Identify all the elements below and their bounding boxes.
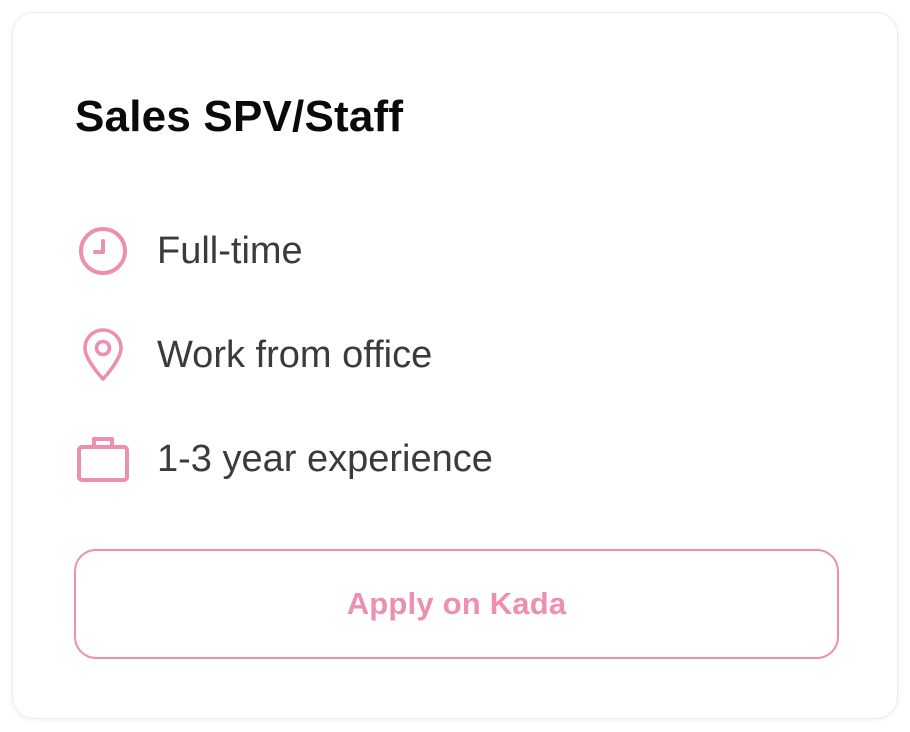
work-location-label: Work from office xyxy=(157,334,433,376)
briefcase-icon xyxy=(75,431,131,487)
job-detail-employment-type: Full-time xyxy=(75,223,303,279)
job-card: Sales SPV/Staff Full-time Work from offi… xyxy=(12,12,898,719)
location-pin-icon xyxy=(75,327,131,383)
experience-label: 1-3 year experience xyxy=(157,438,493,480)
job-detail-experience: 1-3 year experience xyxy=(75,431,493,487)
clock-icon xyxy=(75,223,131,279)
apply-button-label: Apply on Kada xyxy=(346,586,567,621)
employment-type-label: Full-time xyxy=(157,230,303,272)
job-title: Sales SPV/Staff xyxy=(75,92,404,141)
job-detail-work-location: Work from office xyxy=(75,327,432,383)
apply-on-kada-button[interactable]: Apply on Kada xyxy=(74,549,839,659)
